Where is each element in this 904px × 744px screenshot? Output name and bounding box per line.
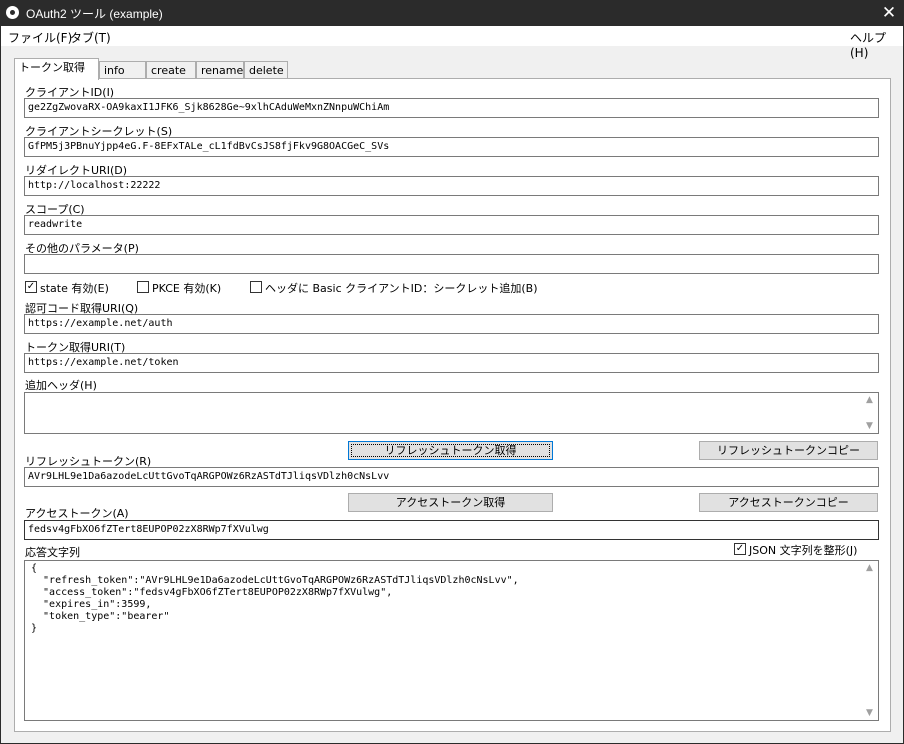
response-line: { <box>31 563 38 574</box>
extra-headers-scrollbar[interactable]: ▲ ▼ <box>861 393 878 433</box>
refresh-token-copy-button[interactable]: リフレッシュトークンコピー <box>699 441 878 460</box>
state-checkbox[interactable]: ✓ <box>25 281 37 293</box>
response-line: "access_token":"fedsv4gFbXO6fZTert8EUPOP… <box>31 587 393 598</box>
window-title: OAuth2 ツール (example) <box>26 7 163 21</box>
response-line: } <box>31 623 38 634</box>
scroll-down-icon[interactable]: ▼ <box>861 421 878 431</box>
close-icon[interactable]: ✕ <box>874 0 904 26</box>
menu-file[interactable]: ファイル(F) <box>8 29 72 46</box>
extra-headers-label: 追加ヘッダ(H) <box>25 379 97 392</box>
client-id-field[interactable]: ge2ZgZwovaRX-OA9kaxI1JFK6_Sjk8628Ge~9xlh… <box>24 98 879 118</box>
scroll-up-icon[interactable]: ▲ <box>861 563 878 573</box>
title-bar: OAuth2 ツール (example) ✕ <box>0 0 904 26</box>
basic-auth-checkbox[interactable] <box>250 281 262 293</box>
scroll-up-icon[interactable]: ▲ <box>861 395 878 405</box>
client-secret-field[interactable]: GfPM5j3PBnuYjpp4eG.F-8EFxTALe_cL1fdBvCsJ… <box>24 137 879 157</box>
pkce-checkbox-label: PKCE 有効(K) <box>152 282 222 295</box>
response-textarea[interactable]: { "refresh_token":"AVr9LHL9e1Da6azodeLcU… <box>24 560 879 721</box>
state-checkbox-label: state 有効(E) <box>40 282 109 295</box>
response-line: "expires_in":3599, <box>31 599 152 610</box>
access-token-label: アクセストークン(A) <box>25 507 129 520</box>
tab-token-get[interactable]: トークン取得 <box>14 58 99 80</box>
access-token-field[interactable]: fedsv4gFbXO6fZTert8EUPOP02zX8RWp7fXVulwg <box>24 520 879 540</box>
menu-help[interactable]: ヘルプ(H) <box>850 29 903 60</box>
refresh-token-get-button[interactable]: リフレッシュトークン取得 <box>348 441 553 460</box>
refresh-token-field[interactable]: AVr9LHL9e1Da6azodeLcUttGvoTqARGPOWz6RzAS… <box>24 467 879 487</box>
menu-tab[interactable]: タブ(T) <box>70 29 111 46</box>
menu-bar: ファイル(F) タブ(T) ヘルプ(H) <box>1 26 903 60</box>
auth-uri-field[interactable]: https://example.net/auth <box>24 314 879 334</box>
extra-headers-field[interactable]: ▲ ▼ <box>24 392 879 434</box>
redirect-uri-field[interactable]: http://localhost:22222 <box>24 176 879 196</box>
app-icon <box>6 6 19 19</box>
scroll-down-icon[interactable]: ▼ <box>861 708 878 718</box>
response-label: 応答文字列 <box>25 546 80 559</box>
response-line: "token_type":"bearer" <box>31 611 170 622</box>
access-token-get-button[interactable]: アクセストークン取得 <box>348 493 553 512</box>
response-line: "refresh_token":"AVr9LHL9e1Da6azodeLcUtt… <box>31 575 519 586</box>
token-uri-field[interactable]: https://example.net/token <box>24 353 879 373</box>
pkce-checkbox[interactable] <box>137 281 149 293</box>
json-format-checkbox-label: JSON 文字列を整形(J) <box>749 544 858 557</box>
access-token-copy-button[interactable]: アクセストークンコピー <box>699 493 878 512</box>
response-scrollbar[interactable]: ▲ ▼ <box>861 561 878 720</box>
scope-field[interactable]: readwrite <box>24 215 879 235</box>
other-params-field[interactable] <box>24 254 879 274</box>
basic-auth-checkbox-label: ヘッダに Basic クライアントID：シークレット追加(B) <box>265 282 538 295</box>
json-format-checkbox[interactable]: ✓ <box>734 543 746 555</box>
